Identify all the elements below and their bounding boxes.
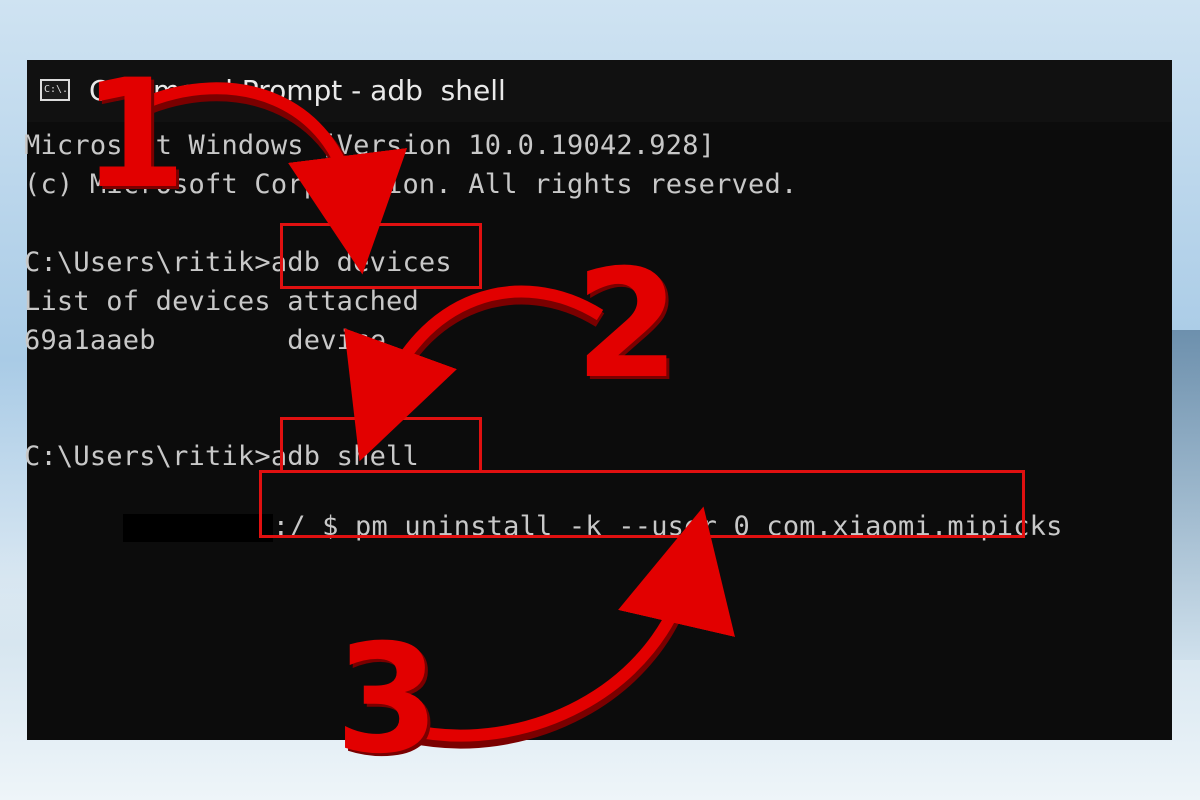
highlight-adb-shell bbox=[280, 417, 482, 473]
console-line: List of devices attached bbox=[24, 286, 419, 317]
console-line: 69a1aaeb device bbox=[24, 325, 387, 356]
redacted-device-name bbox=[122, 513, 273, 542]
step-number-2: 2 bbox=[575, 238, 680, 412]
command-prompt-icon: C:\. bbox=[40, 79, 70, 101]
step-number-3: 3 bbox=[335, 613, 440, 787]
highlight-uninstall-command bbox=[259, 470, 1025, 538]
console-output[interactable]: Microsoft Windows [Version 10.0.19042.92… bbox=[24, 122, 1172, 740]
window-titlebar[interactable]: C:\. Command Prompt - adb shell bbox=[27, 60, 1172, 122]
step-number-1: 1 bbox=[82, 48, 187, 222]
highlight-adb-devices bbox=[280, 223, 482, 289]
